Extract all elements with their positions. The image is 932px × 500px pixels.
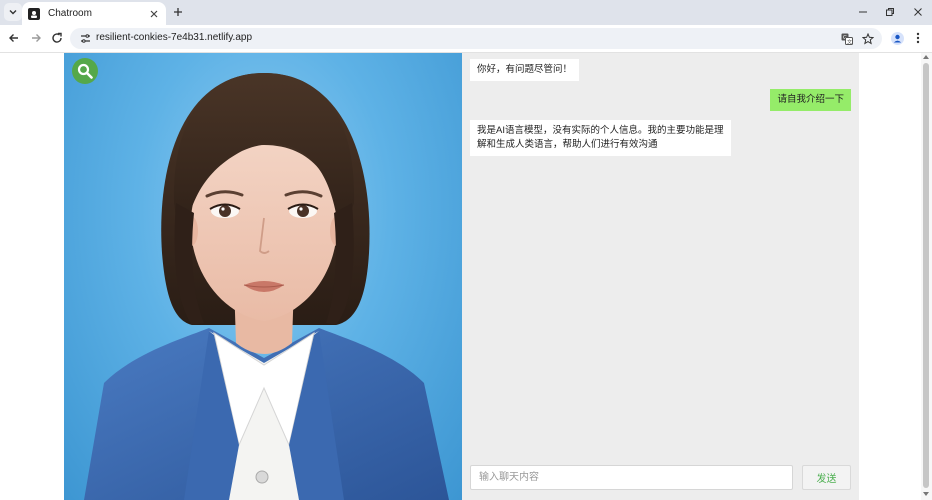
tab-chatroom[interactable]: Chatroom [22, 2, 166, 25]
search-icon [77, 63, 93, 79]
send-button[interactable]: 发送 [802, 465, 851, 490]
address-bar[interactable]: resilient-conkies-7e4b31.netlify.app G文 [70, 28, 882, 49]
chat-input[interactable] [470, 465, 793, 490]
bot-message: 你好，有问题尽管问！ [470, 59, 580, 81]
tab-title: Chatroom [48, 8, 92, 19]
chevron-down-icon [9, 10, 17, 15]
back-icon[interactable] [7, 31, 21, 45]
digital-human-panel [64, 53, 462, 500]
digital-human-avatar [84, 73, 449, 500]
page-scrollbar[interactable] [921, 53, 932, 500]
tab-strip: Chatroom [0, 0, 932, 25]
favicon-icon [28, 7, 40, 20]
search-button[interactable] [72, 58, 98, 84]
kebab-menu-icon[interactable] [911, 31, 925, 45]
plus-icon[interactable] [171, 5, 185, 19]
close-window-icon[interactable] [911, 5, 925, 19]
star-icon[interactable] [861, 32, 874, 45]
restore-icon[interactable] [883, 5, 897, 19]
scroll-thumb[interactable] [923, 63, 929, 488]
site-info-icon[interactable] [79, 32, 91, 44]
tab-search-button[interactable] [4, 3, 22, 21]
chat-panel: 你好，有问题尽管问！ 请自我介绍一下 我是AI语言模型，没有实际的个人信息。我的… [462, 53, 859, 500]
url-text[interactable]: resilient-conkies-7e4b31.netlify.app [96, 32, 252, 43]
page-content: 你好，有问题尽管问！ 请自我介绍一下 我是AI语言模型，没有实际的个人信息。我的… [0, 53, 932, 500]
minimize-icon[interactable] [856, 5, 870, 19]
translate-icon[interactable]: G文 [840, 32, 853, 45]
forward-icon[interactable] [29, 31, 43, 45]
browser-toolbar: resilient-conkies-7e4b31.netlify.app G文 [0, 25, 932, 52]
bot-message: 我是AI语言模型，没有实际的个人信息。我的主要功能是理 解和生成人类语言，帮助人… [470, 120, 731, 156]
profile-icon[interactable] [890, 31, 904, 45]
scroll-up-arrow-icon[interactable] [923, 55, 929, 59]
reload-icon[interactable] [50, 31, 64, 45]
user-message: 请自我介绍一下 [770, 89, 851, 111]
close-icon[interactable] [148, 8, 160, 20]
svg-text:文: 文 [847, 38, 852, 45]
scroll-down-arrow-icon[interactable] [923, 492, 929, 496]
